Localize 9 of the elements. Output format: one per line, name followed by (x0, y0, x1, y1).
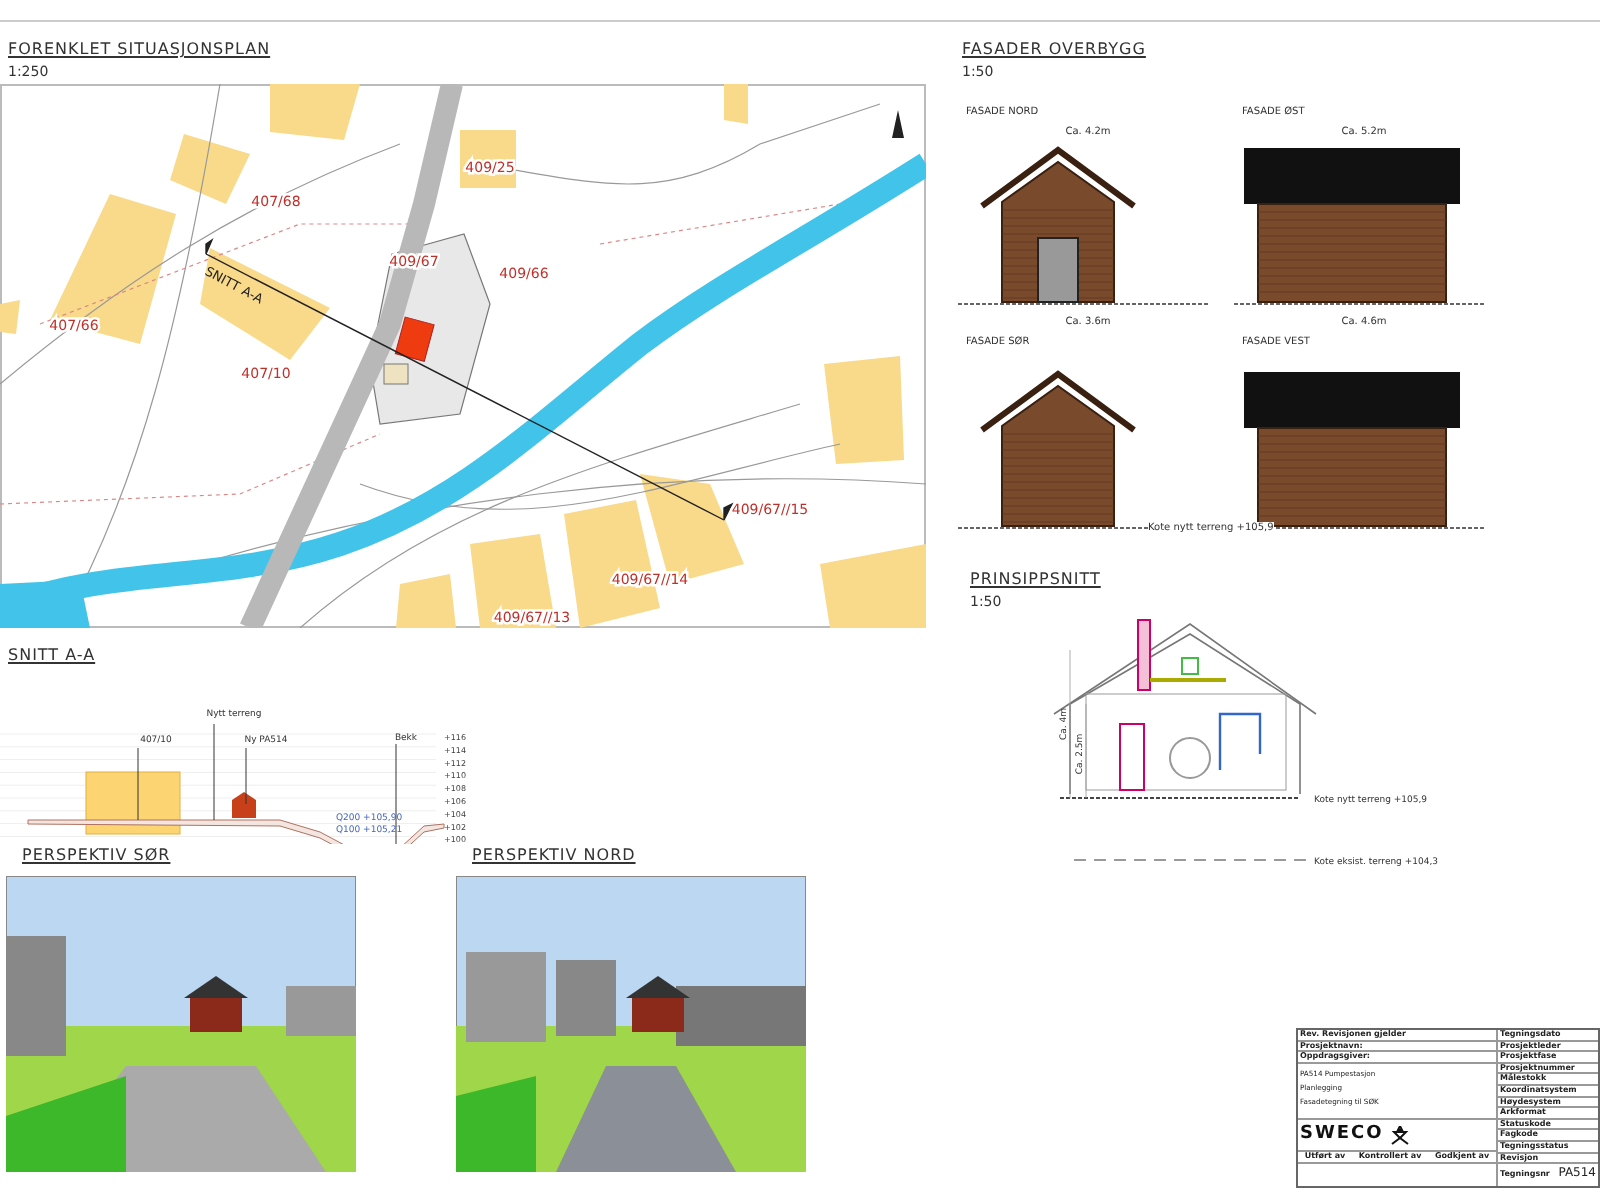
perspective-title: PERSPEKTIV NORD (472, 843, 636, 867)
facades-title: FASADER OVERBYGG (962, 38, 1146, 62)
north-arrow-icon (892, 109, 904, 137)
company-logo-text: SWECO (1300, 1124, 1384, 1146)
principle-section-title: PRINSIPPSNITT (970, 568, 1101, 592)
plan-title: FORENKLET SITUASJONSPLAN (8, 38, 271, 62)
perspective-title: PERSPEKTIV SØR (22, 843, 171, 867)
section-title: SNITT A-A (8, 643, 96, 667)
logo-figure-icon (1389, 1125, 1410, 1146)
